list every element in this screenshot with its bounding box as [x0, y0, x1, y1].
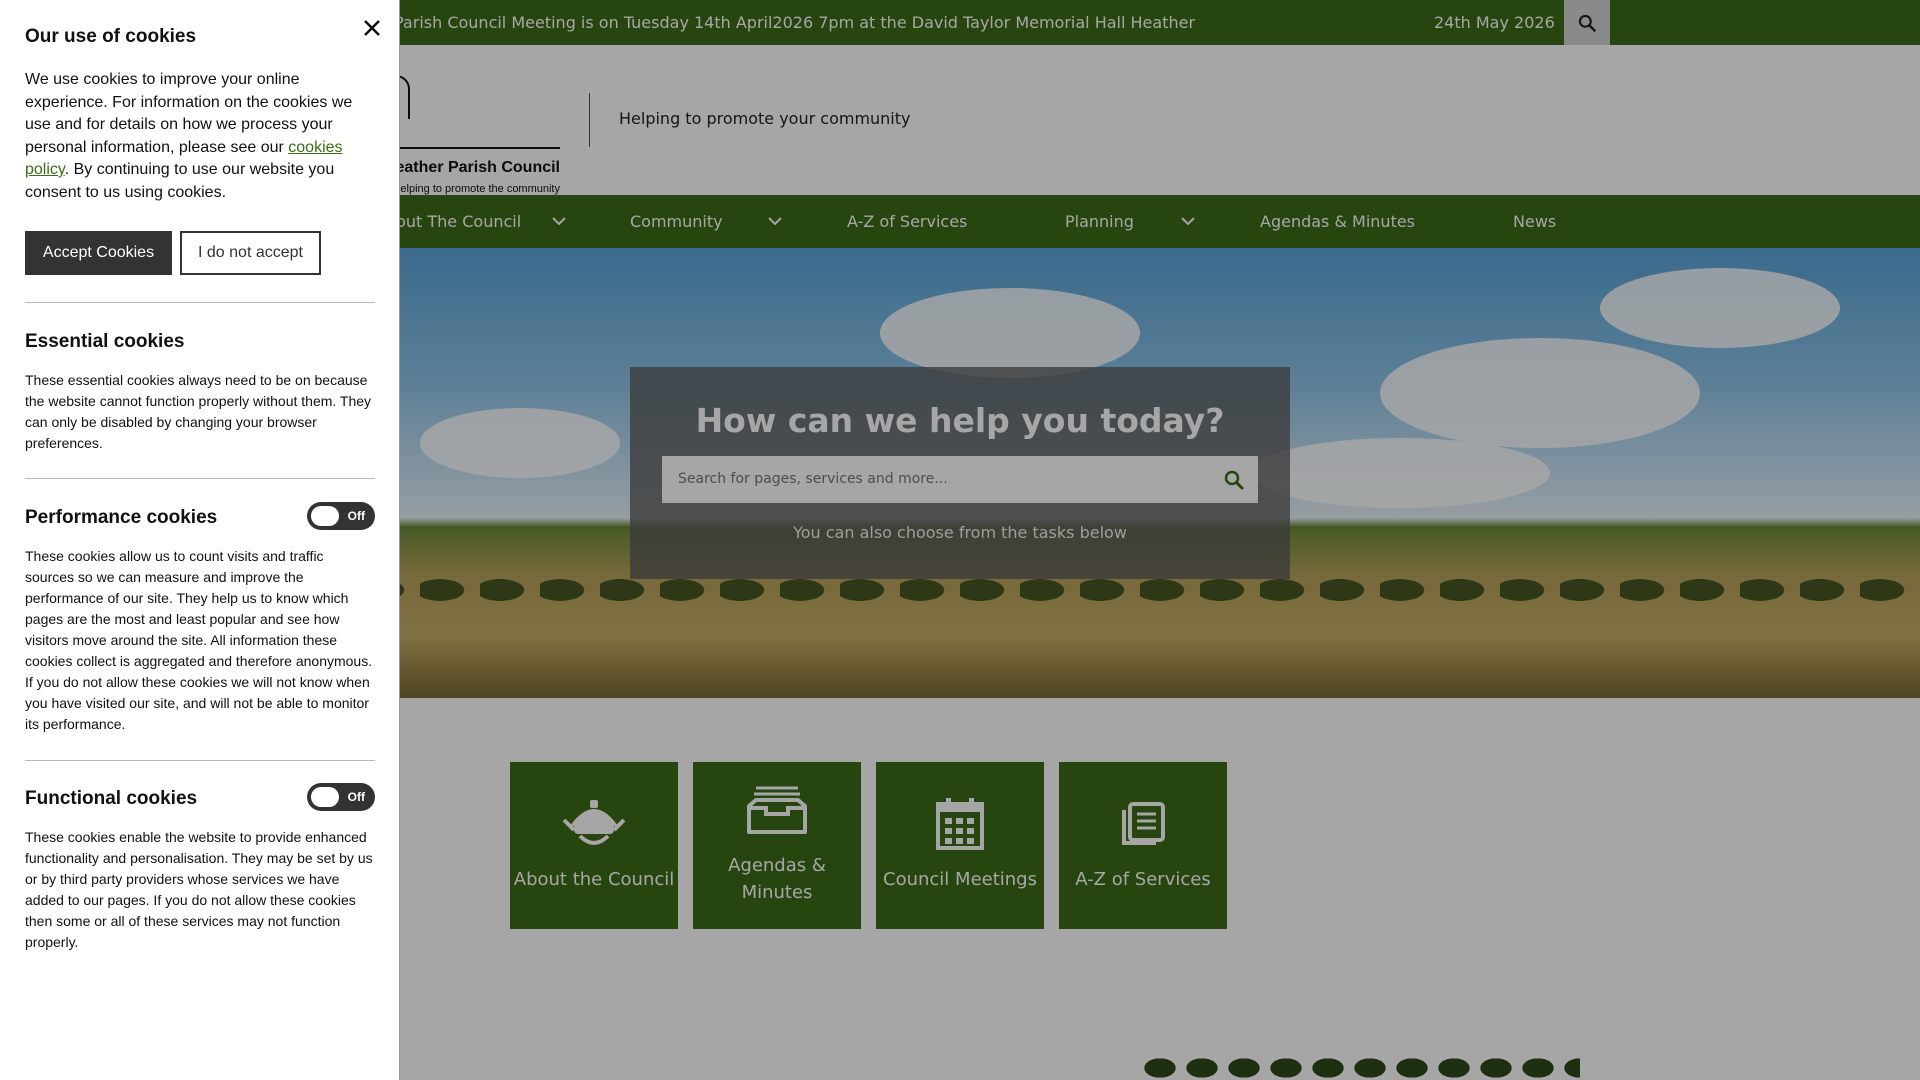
toggle-knob	[311, 506, 339, 526]
cookie-panel-title: Our use of cookies	[25, 26, 197, 47]
performance-cookies-toggle[interactable]: Off	[307, 502, 375, 530]
divider	[25, 760, 375, 761]
functional-cookies-toggle[interactable]: Off	[307, 783, 375, 811]
divider	[25, 302, 375, 303]
divider	[25, 478, 375, 479]
decline-cookies-button[interactable]: I do not accept	[180, 231, 321, 275]
toggle-knob	[311, 787, 339, 807]
performance-cookies-desc: These cookies allow us to count visits a…	[25, 548, 373, 732]
cookie-intro: We use cookies to improve your online ex…	[25, 69, 375, 204]
functional-cookies-title: Functional cookies	[25, 788, 198, 809]
toggle-state: Off	[347, 509, 365, 523]
essential-cookies-title: Essential cookies	[25, 331, 185, 352]
accept-cookies-button[interactable]: Accept Cookies	[25, 231, 172, 275]
essential-cookies-desc: These essential cookies always need to b…	[25, 372, 372, 451]
cookie-intro-text-end: . By continuing to use our website you c…	[25, 161, 335, 201]
functional-cookies-desc: These cookies enable the website to prov…	[25, 829, 373, 950]
cookie-consent-panel: Our use of cookies We use cookies to imp…	[0, 0, 400, 1080]
toggle-state: Off	[347, 790, 365, 804]
close-icon[interactable]	[360, 16, 384, 40]
performance-cookies-title: Performance cookies	[25, 507, 218, 528]
